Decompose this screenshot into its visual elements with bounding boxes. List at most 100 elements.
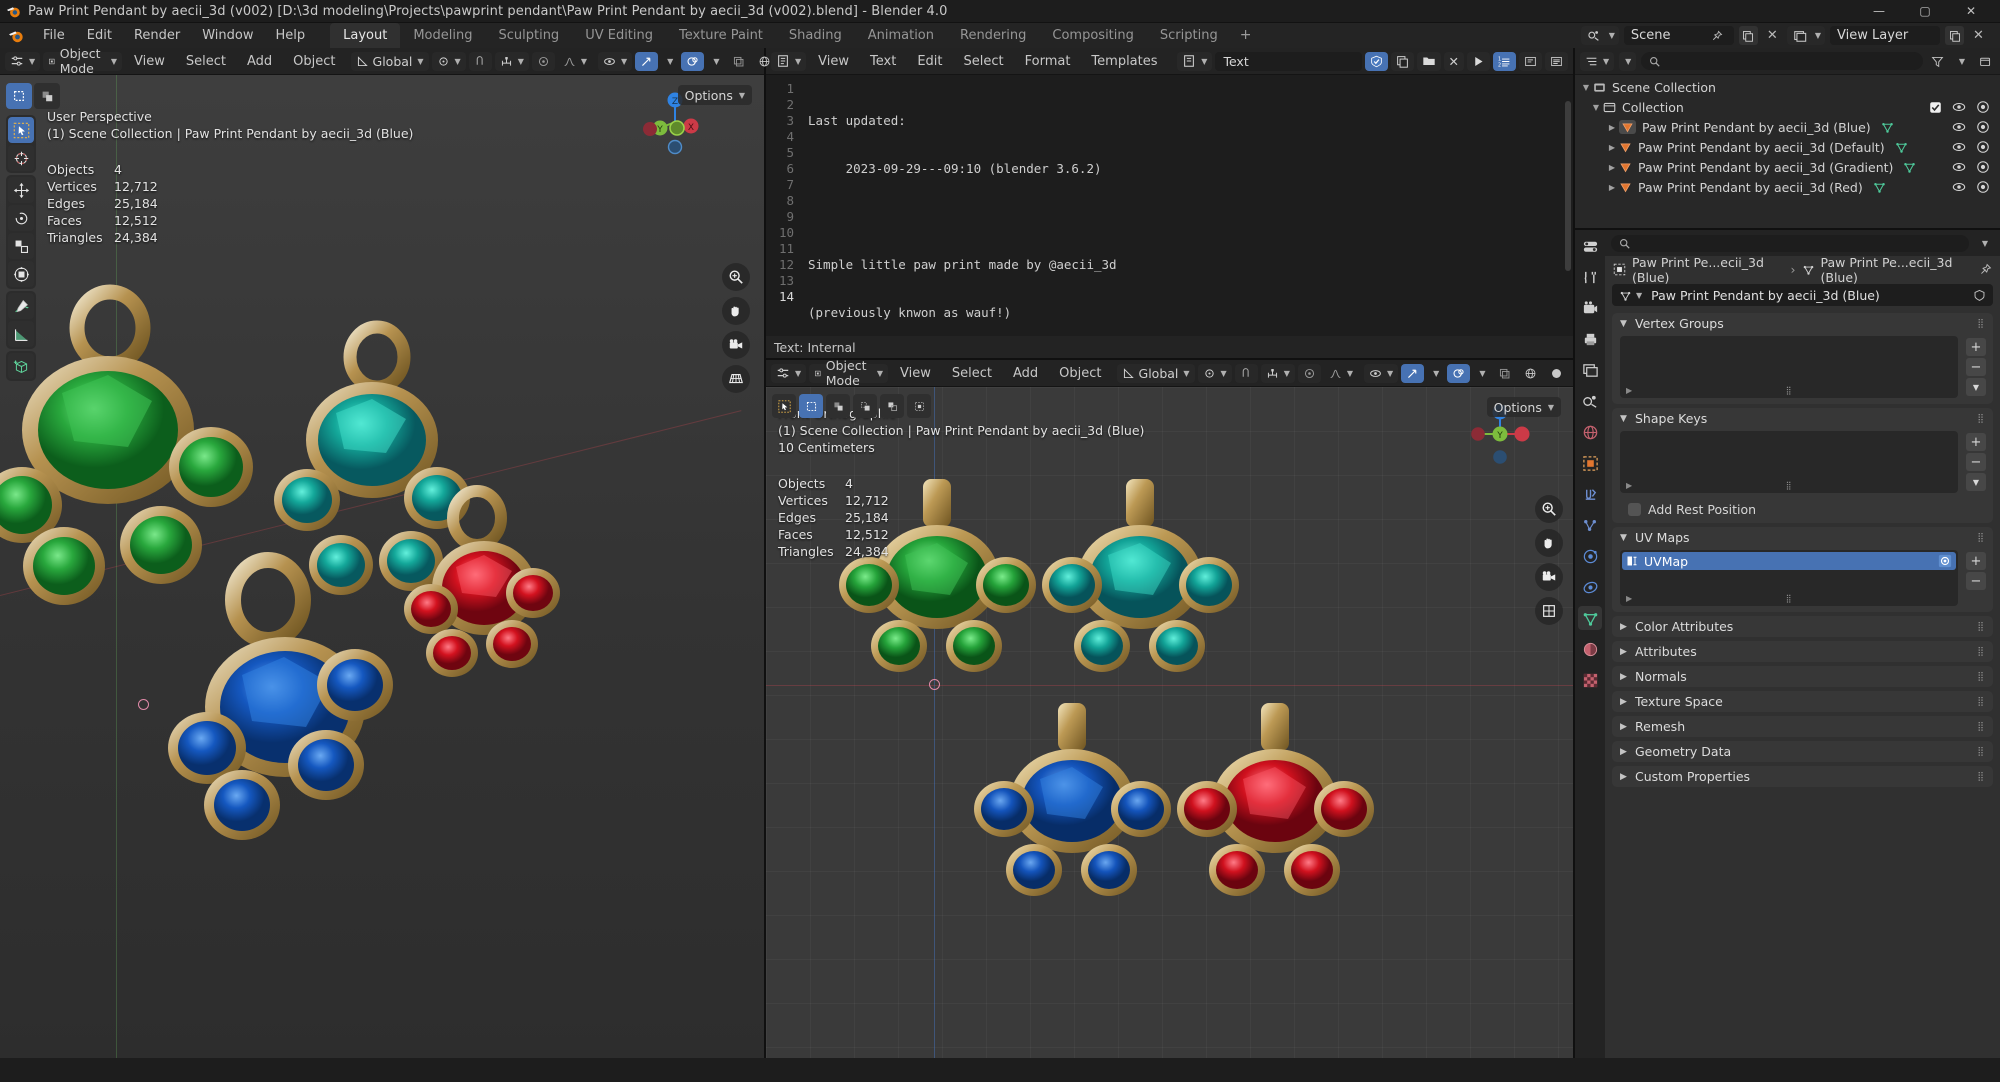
viewport-ortho-canvas[interactable]: Options ▼ Front Orthographic (1) Scene C… xyxy=(766,387,1573,1058)
panel-vertex-groups-header[interactable]: ▼ Vertex Groups ⣿ xyxy=(1612,313,1993,334)
uv-maps-list[interactable]: UVMap ▶ ⣿ xyxy=(1620,550,1958,606)
mesh-datablock-field[interactable]: ▼ Paw Print Pendant by aecii_3d (Blue) xyxy=(1612,284,1993,306)
tool-add-cube-button[interactable] xyxy=(8,353,34,379)
properties-editor-type-button[interactable] xyxy=(1578,234,1602,258)
ortho-transform-orientation-dropdown[interactable]: Global ▼ xyxy=(1116,363,1195,383)
ortho-snap-toggle-button[interactable] xyxy=(1234,363,1258,383)
text-editor-scrollbar[interactable] xyxy=(1565,101,1571,271)
properties-pin-icon[interactable] xyxy=(1979,263,1992,276)
outliner-object-row-default[interactable]: ▶ Paw Print Pendant by aecii_3d (Default… xyxy=(1575,137,2000,157)
snap-settings-dropdown[interactable]: ▼ xyxy=(494,51,529,71)
menu-render[interactable]: Render xyxy=(123,23,191,48)
tab-object-data-properties[interactable] xyxy=(1578,606,1602,630)
tab-sculpting[interactable]: Sculpting xyxy=(485,23,572,48)
panel-custom-properties[interactable]: ▶ Custom Properties ⣿ xyxy=(1612,766,1993,787)
collection-disable-in-render-camera-icon[interactable] xyxy=(1976,100,1990,114)
uv-maps-list-footer[interactable]: ▶ ⣿ xyxy=(1620,591,1958,606)
add-workspace-button[interactable]: + xyxy=(1231,23,1261,48)
panel-geometry-data[interactable]: ▶ Geometry Data ⣿ xyxy=(1612,741,1993,762)
tool-annotate-button[interactable] xyxy=(8,293,34,319)
list-expand-icon[interactable]: ▶ xyxy=(1626,481,1632,490)
ortho-menu-select[interactable]: Select xyxy=(943,361,1001,386)
object-disclosure-icon[interactable]: ▶ xyxy=(1605,143,1619,152)
list-resize-grip-icon[interactable]: ⣿ xyxy=(1786,481,1793,490)
ortho-select-intersect-button[interactable] xyxy=(907,394,931,418)
collection-disclosure-icon[interactable]: ▼ xyxy=(1589,103,1603,112)
viewport-menu-view[interactable]: View xyxy=(125,49,174,74)
outliner-object-row-gradient[interactable]: ▶ Paw Print Pendant by aecii_3d (Gradien… xyxy=(1575,157,2000,177)
tab-view-layer-properties[interactable] xyxy=(1578,358,1602,382)
ortho-pivot-point-dropdown[interactable]: ▼ xyxy=(1197,363,1232,383)
tool-rotate-button[interactable] xyxy=(8,205,34,231)
xray-toggle[interactable] xyxy=(727,52,750,71)
proportional-edit-toggle[interactable] xyxy=(531,51,555,71)
ortho-proportional-falloff-dropdown[interactable]: ▼ xyxy=(1324,364,1358,383)
outliner-editor-type-button[interactable]: ▼ xyxy=(1580,51,1615,71)
properties-search-input[interactable] xyxy=(1611,234,1969,252)
ortho-select-subtract-button[interactable] xyxy=(853,394,877,418)
vertex-group-specials-chevron-down-icon[interactable]: ▼ xyxy=(1966,378,1986,396)
editor-type-button[interactable]: ▼ xyxy=(5,51,41,71)
remove-shape-key-button[interactable]: − xyxy=(1966,453,1986,471)
tool-cursor-button[interactable] xyxy=(8,145,34,171)
ortho-select-invert-button[interactable] xyxy=(880,394,904,418)
menu-help[interactable]: Help xyxy=(265,23,317,48)
ortho-overlay-settings-dropdown[interactable]: ▼ xyxy=(1473,364,1490,383)
scene-name-field[interactable]: Scene xyxy=(1623,26,1734,45)
toggle-orthographic-icon[interactable] xyxy=(722,365,750,393)
object-render-camera-icon[interactable] xyxy=(1976,120,1990,134)
ortho-camera-view-icon[interactable] xyxy=(1535,563,1563,591)
show-overlays-toggle[interactable] xyxy=(681,51,705,71)
tab-compositing[interactable]: Compositing xyxy=(1039,23,1147,48)
panel-shape-keys-header[interactable]: ▼ Shape Keys ⣿ xyxy=(1612,408,1993,429)
menu-window[interactable]: Window xyxy=(191,23,264,48)
ortho-select-box-button[interactable] xyxy=(799,394,823,418)
tab-scripting[interactable]: Scripting xyxy=(1147,23,1231,48)
text-menu-templates[interactable]: Templates xyxy=(1082,49,1166,74)
outliner-collection-row[interactable]: ▼ Collection xyxy=(1575,97,2000,117)
fake-user-toggle[interactable] xyxy=(1364,51,1388,71)
add-vertex-group-button[interactable]: + xyxy=(1966,338,1986,356)
viewport-menu-object[interactable]: Object xyxy=(284,49,344,74)
tab-constraint-properties[interactable] xyxy=(1578,575,1602,599)
remove-vertex-group-button[interactable]: − xyxy=(1966,358,1986,376)
pan-hand-icon[interactable] xyxy=(722,297,750,325)
remove-viewlayer-button[interactable]: ✕ xyxy=(1969,26,1988,45)
tab-uv-editing[interactable]: UV Editing xyxy=(572,23,666,48)
object-hide-eye-icon[interactable] xyxy=(1952,180,1966,194)
uv-map-list-item[interactable]: UVMap xyxy=(1622,552,1956,570)
tab-object-properties[interactable] xyxy=(1578,451,1602,475)
blender-menu-logo-icon[interactable] xyxy=(8,28,24,44)
show-gizmo-toggle[interactable] xyxy=(635,51,659,71)
tab-modeling[interactable]: Modeling xyxy=(400,23,485,48)
outliner-new-collection-button[interactable] xyxy=(1976,52,1995,71)
collection-hide-in-viewport-eye-icon[interactable] xyxy=(1952,100,1966,114)
text-menu-edit[interactable]: Edit xyxy=(908,49,951,74)
camera-view-icon[interactable] xyxy=(722,331,750,359)
shape-keys-list[interactable]: ▶ ⣿ xyxy=(1620,431,1958,493)
outliner-display-mode-dropdown[interactable]: ▼ xyxy=(1619,51,1637,71)
shading-wireframe-button[interactable] xyxy=(753,52,776,71)
transform-orientation-dropdown[interactable]: Global ▼ xyxy=(350,51,429,71)
ortho-shading-solid-button[interactable] xyxy=(1545,364,1568,383)
tab-texture-properties[interactable] xyxy=(1578,668,1602,692)
list-expand-icon[interactable]: ▶ xyxy=(1626,594,1632,603)
ortho-interaction-mode-dropdown[interactable]: Object Mode ▼ xyxy=(809,358,889,388)
ortho-gizmo-settings-dropdown[interactable]: ▼ xyxy=(1427,364,1444,383)
toggle-word-wrap-button[interactable] xyxy=(1519,51,1542,71)
scene-selector[interactable]: ▼ xyxy=(1580,26,1619,45)
tool-tweak-select-button[interactable] xyxy=(8,117,34,143)
ortho-visibility-dropdown[interactable]: ▼ xyxy=(1364,363,1399,383)
text-datablock-name-field[interactable]: Text xyxy=(1215,51,1362,71)
tab-material-properties[interactable] xyxy=(1578,637,1602,661)
panel-normals[interactable]: ▶ Normals ⣿ xyxy=(1612,666,1993,687)
object-disclosure-icon[interactable]: ▶ xyxy=(1605,163,1619,172)
text-menu-text[interactable]: Text xyxy=(861,49,905,74)
viewport-options-dropdown[interactable]: Options ▼ xyxy=(677,85,752,105)
breadcrumb-object-label[interactable]: Paw Print Pe...ecii_3d (Blue) xyxy=(1632,255,1785,285)
breadcrumb-data-label[interactable]: Paw Print Pe...ecii_3d (Blue) xyxy=(1821,255,1974,285)
unlink-text-button[interactable]: ✕ xyxy=(1443,51,1464,71)
text-editor-body[interactable]: 1 2 3 4 5 6 7 8 9 10 11 12 13 14 Last up… xyxy=(766,75,1573,336)
ortho-pan-hand-icon[interactable] xyxy=(1535,529,1563,557)
ortho-snap-settings-dropdown[interactable]: ▼ xyxy=(1260,363,1295,383)
